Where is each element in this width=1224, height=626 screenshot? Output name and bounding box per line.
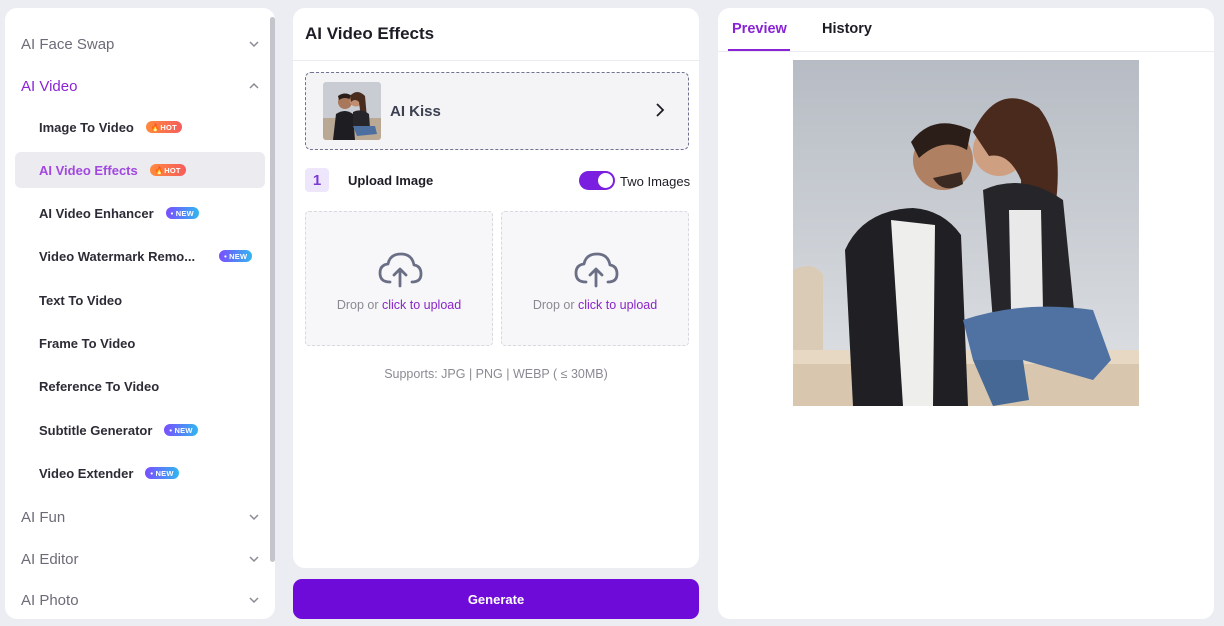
sidebar-item-frame-to-video[interactable]: Frame To Video: [15, 326, 265, 360]
dropzone-text: Drop or click to upload: [502, 298, 688, 312]
new-badge: • NEW: [165, 207, 199, 219]
hot-badge-label: HOT: [164, 165, 181, 175]
nav-section-ai-fun[interactable]: AI Fun: [15, 500, 265, 534]
nav-section-label: AI Photo: [21, 591, 79, 609]
hot-badge: 🔥 HOT: [149, 164, 186, 176]
fire-icon: 🔥: [154, 165, 165, 175]
supported-formats: Supports: JPG | PNG | WEBP ( ≤ 30MB): [384, 367, 608, 381]
sidebar-item-label: AI Video Effects: [39, 162, 138, 178]
sidebar-item-label: Subtitle Generator: [39, 422, 153, 438]
sidebar-item-text-to-video[interactable]: Text To Video: [15, 283, 265, 317]
preview-panel: Preview History: [718, 8, 1214, 619]
nav-section-label: AI Fun: [21, 508, 66, 526]
click-to-upload-link[interactable]: click to upload: [578, 298, 657, 312]
chevron-down-icon: [249, 514, 259, 521]
sidebar-item-label: AI Video Enhancer: [39, 205, 154, 221]
nav-section-ai-editor[interactable]: AI Editor: [15, 542, 265, 576]
nav-section-ai-photo[interactable]: AI Photo: [15, 583, 265, 617]
two-images-toggle[interactable]: [579, 171, 615, 190]
new-badge: • NEW: [145, 467, 179, 479]
sidebar-item-reference-to-video[interactable]: Reference To Video: [15, 369, 265, 403]
tab-history[interactable]: History: [822, 21, 872, 37]
tab-preview[interactable]: Preview: [732, 21, 787, 37]
hot-badge-label: HOT: [160, 122, 177, 132]
chevron-up-icon: [249, 82, 259, 89]
sidebar-item-label: Frame To Video: [39, 335, 136, 351]
two-images-label: Two Images: [620, 174, 691, 189]
nav-section-label: AI Face Swap: [21, 35, 115, 53]
drop-prefix: Drop or: [336, 298, 382, 312]
active-tab-indicator: [728, 49, 790, 51]
upload-dropzone-1[interactable]: Drop or click to upload: [305, 211, 493, 346]
nav-section-label: AI Editor: [21, 550, 79, 568]
effect-selector[interactable]: AI Kiss: [305, 72, 689, 150]
editor-panel: AI Video Effects AI Kiss 1 Upload Image …: [293, 8, 699, 568]
new-badge: • NEW: [164, 424, 198, 436]
sidebar-item-label: Video Extender: [39, 465, 134, 481]
chevron-right-icon: [656, 103, 665, 117]
sidebar-item-label: Video Watermark Remo...: [39, 248, 196, 264]
nav-section-ai-video[interactable]: AI Video: [15, 69, 265, 103]
tab-divider: [718, 51, 1214, 52]
toggle-knob: [598, 173, 613, 188]
nav-section-ai-face-swap[interactable]: AI Face Swap: [15, 27, 265, 61]
dropzone-text: Drop or click to upload: [306, 298, 492, 312]
nav-section-label: AI Video: [21, 77, 78, 95]
sidebar-item-label: Reference To Video: [39, 378, 160, 394]
step-number: 1: [305, 168, 329, 192]
upload-image-label: Upload Image: [348, 173, 434, 188]
effect-name: AI Kiss: [390, 103, 441, 120]
sidebar-scrollbar[interactable]: [270, 17, 275, 562]
sidebar-item-ai-video-enhancer[interactable]: AI Video Enhancer • NEW: [15, 196, 265, 230]
chevron-down-icon: [249, 41, 259, 48]
hot-badge: 🔥 HOT: [145, 121, 182, 133]
sidebar-item-label: Image To Video: [39, 119, 134, 135]
upload-dropzone-2[interactable]: Drop or click to upload: [501, 211, 689, 346]
generate-button[interactable]: Generate: [293, 579, 699, 619]
drop-prefix: Drop or: [532, 298, 578, 312]
sidebar-item-image-to-video[interactable]: Image To Video 🔥 HOT: [15, 110, 265, 144]
sidebar-item-video-extender[interactable]: Video Extender • NEW: [15, 456, 265, 490]
sidebar: AI Face Swap AI Video Image To Video 🔥 HO…: [5, 8, 275, 619]
fire-icon: 🔥: [150, 122, 161, 132]
sidebar-item-subtitle-generator[interactable]: Subtitle Generator • NEW: [15, 413, 265, 447]
chevron-down-icon: [249, 597, 259, 604]
sidebar-item-ai-video-effects[interactable]: AI Video Effects 🔥 HOT: [15, 152, 265, 188]
effect-thumbnail: [323, 82, 381, 140]
preview-image: [793, 60, 1139, 406]
page-title: AI Video Effects: [305, 24, 435, 43]
new-badge: • NEW: [219, 250, 253, 262]
click-to-upload-link[interactable]: click to upload: [382, 298, 461, 312]
divider: [293, 60, 699, 61]
cloud-upload-icon: [574, 252, 619, 288]
chevron-down-icon: [249, 556, 259, 563]
cloud-upload-icon: [378, 252, 423, 288]
sidebar-item-label: Text To Video: [39, 292, 123, 308]
sidebar-item-video-watermark-remover[interactable]: Video Watermark Remo... • NEW: [15, 239, 265, 273]
